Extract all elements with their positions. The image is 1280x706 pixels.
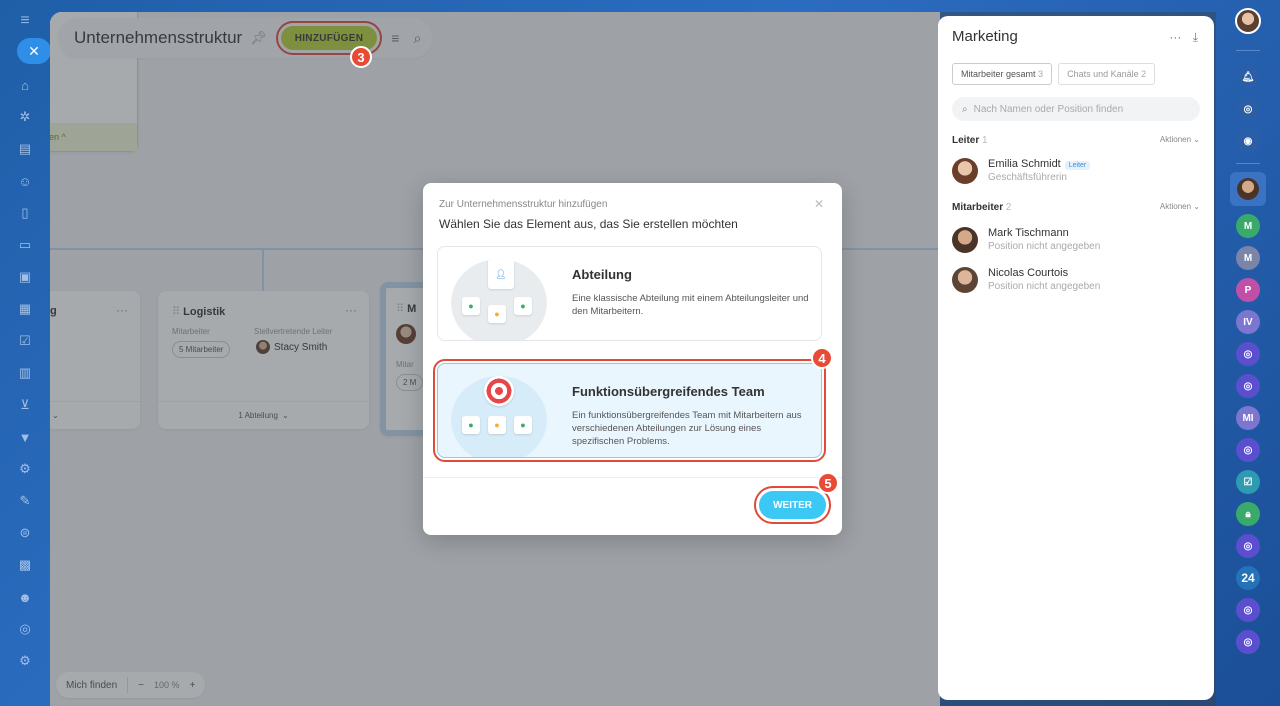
- puzzle-icon[interactable]: ✲: [14, 106, 36, 128]
- left-sidebar: ≡ ✕ ⌂ ✲ ▤ ☺ ▯ ▭ ▣ ▦ ☑ ▥ ⊻ ▼ ⚙ ✎ ⊜ ▩ ☻ ◎ …: [0, 0, 51, 706]
- divider: [1236, 163, 1260, 164]
- option-title: Abteilung: [572, 267, 632, 282]
- channel-icon[interactable]: ◎: [1236, 534, 1260, 558]
- chat-avatar-mi[interactable]: MI: [1236, 406, 1260, 430]
- home-icon[interactable]: ⌂: [14, 74, 36, 96]
- help-icon[interactable]: ◎: [14, 618, 36, 640]
- active-chat-avatar[interactable]: [1230, 172, 1266, 206]
- calendar-icon[interactable]: ▦: [14, 298, 36, 320]
- option-description: Ein funktionsübergreifendes Team mit Mit…: [572, 410, 802, 447]
- settings-icon[interactable]: ⚙: [14, 650, 36, 672]
- channel-icon[interactable]: ◎: [1236, 438, 1260, 462]
- chat-icon[interactable]: ◉: [1236, 129, 1260, 153]
- more-icon[interactable]: ···: [1169, 30, 1181, 44]
- divider: [1236, 50, 1260, 51]
- dialog-subtitle: Zur Unternehmensstruktur hinzufügen: [439, 199, 608, 210]
- document-icon[interactable]: ▤: [14, 138, 36, 160]
- automation-icon[interactable]: ⚙: [14, 458, 36, 480]
- step-marker-5: 5: [817, 472, 839, 494]
- chat-avatar-p[interactable]: P: [1236, 278, 1260, 302]
- employee-icon: ●: [514, 416, 532, 434]
- employee-icon: ●: [462, 416, 480, 434]
- file-icon[interactable]: ▯: [14, 202, 36, 224]
- employee-icon: ●: [514, 297, 532, 315]
- monitor-icon[interactable]: ▣: [14, 266, 36, 288]
- close-icon[interactable]: ✕: [814, 197, 824, 211]
- option-title: Funktionsübergreifendes Team: [572, 384, 765, 399]
- leader-card-icon: 👤︎: [488, 259, 514, 289]
- team-illustration: ● ● ●: [438, 364, 560, 457]
- panel-search-input[interactable]: ⌕ Nach Namen oder Position finden: [952, 97, 1200, 121]
- lock-icon[interactable]: 🔒︎: [1236, 502, 1260, 526]
- leader-section-header: Leiter 1 Aktionen ⌄: [952, 135, 1200, 146]
- sign-icon[interactable]: ✎: [14, 490, 36, 512]
- dialog-title: Wählen Sie das Element aus, das Sie erst…: [439, 217, 738, 231]
- department-detail-panel: Marketing ··· ⤓ Mitarbeiter gesamt 3 Cha…: [938, 16, 1214, 700]
- step-marker-3: 3: [350, 46, 372, 68]
- funnel-icon[interactable]: ▼: [14, 426, 36, 448]
- panel-actions: ··· ⤓: [1169, 30, 1198, 45]
- avatar: [952, 158, 978, 184]
- step-marker-4: 4: [811, 347, 833, 369]
- option-department[interactable]: 👤︎ ● ● ● Abteilung Eine klassische Abtei…: [437, 246, 822, 341]
- bell-icon[interactable]: 🔔︎: [1236, 65, 1260, 89]
- users-icon[interactable]: ☺: [14, 170, 36, 192]
- chat-avatar-iv[interactable]: IV: [1236, 310, 1260, 334]
- department-illustration: 👤︎ ● ● ●: [438, 247, 560, 340]
- user-avatar[interactable]: [1235, 8, 1261, 34]
- dialog-footer: WEITER: [423, 477, 842, 535]
- menu-icon[interactable]: ≡: [20, 12, 29, 30]
- employee-row[interactable]: Mark Tischmann Position nicht angegeben: [952, 227, 1200, 253]
- search-icon: ⌕: [962, 103, 968, 115]
- chat-avatar-m2[interactable]: M: [1236, 246, 1260, 270]
- drive-icon[interactable]: ▭: [14, 234, 36, 256]
- company-icon[interactable]: ▩: [14, 554, 36, 576]
- checkbox-icon[interactable]: ☑: [14, 330, 36, 352]
- channel-icon[interactable]: ◎: [1236, 630, 1260, 654]
- analytics-icon[interactable]: ▥: [14, 362, 36, 384]
- leader-actions-dropdown[interactable]: Aktionen ⌄: [1160, 135, 1200, 146]
- tasks-icon[interactable]: ☑: [1236, 470, 1260, 494]
- copilot-icon[interactable]: ◎: [1236, 97, 1260, 121]
- collapse-icon[interactable]: ⤓: [1193, 30, 1198, 44]
- chat-avatar-m[interactable]: M: [1236, 214, 1260, 238]
- employee-icon: ●: [488, 416, 506, 434]
- bitrix24-icon[interactable]: 24: [1236, 566, 1260, 590]
- channel-icon[interactable]: ◎: [1236, 342, 1260, 366]
- add-element-dialog: Zur Unternehmensstruktur hinzufügen Wähl…: [423, 183, 842, 535]
- channel-icon[interactable]: ◎: [1236, 374, 1260, 398]
- panel-title: Marketing: [952, 28, 1018, 45]
- next-button[interactable]: WEITER: [754, 486, 831, 524]
- cart-icon[interactable]: ⊻: [14, 394, 36, 416]
- right-sidebar: 🔔︎ ◎ ◉ M M P IV ◎ ◎ MI ◎ ☑ 🔒︎ ◎ 24 ◎ ◎: [1216, 0, 1280, 706]
- tab-chats-channels[interactable]: Chats und Kanäle 2: [1058, 63, 1156, 85]
- option-description: Eine klassische Abteilung mit einem Abte…: [572, 293, 809, 317]
- avatar: [952, 227, 978, 253]
- option-cross-functional-team[interactable]: ● ● ● Funktionsübergreifendes Team Ein f…: [433, 359, 826, 462]
- team-icon[interactable]: ☻: [14, 586, 36, 608]
- leader-row[interactable]: Emilia Schmidt Leiter Geschäftsführerin: [952, 158, 1200, 184]
- close-slider-button[interactable]: ✕: [17, 38, 51, 64]
- tab-employees-total[interactable]: Mitarbeiter gesamt 3: [952, 63, 1053, 85]
- employee-icon: ●: [488, 305, 506, 323]
- avatar: [952, 267, 978, 293]
- database-icon[interactable]: ⊜: [14, 522, 36, 544]
- employees-actions-dropdown[interactable]: Aktionen ⌄: [1160, 202, 1200, 213]
- employee-icon: ●: [462, 297, 480, 315]
- target-icon: [484, 376, 514, 406]
- employees-section-header: Mitarbeiter 2 Aktionen ⌄: [952, 202, 1200, 213]
- channel-icon[interactable]: ◎: [1236, 598, 1260, 622]
- panel-tabs: Mitarbeiter gesamt 3 Chats und Kanäle 2: [952, 63, 1200, 85]
- leader-badge: Leiter: [1064, 161, 1091, 170]
- employee-row[interactable]: Nicolas Courtois Position nicht angegebe…: [952, 267, 1200, 293]
